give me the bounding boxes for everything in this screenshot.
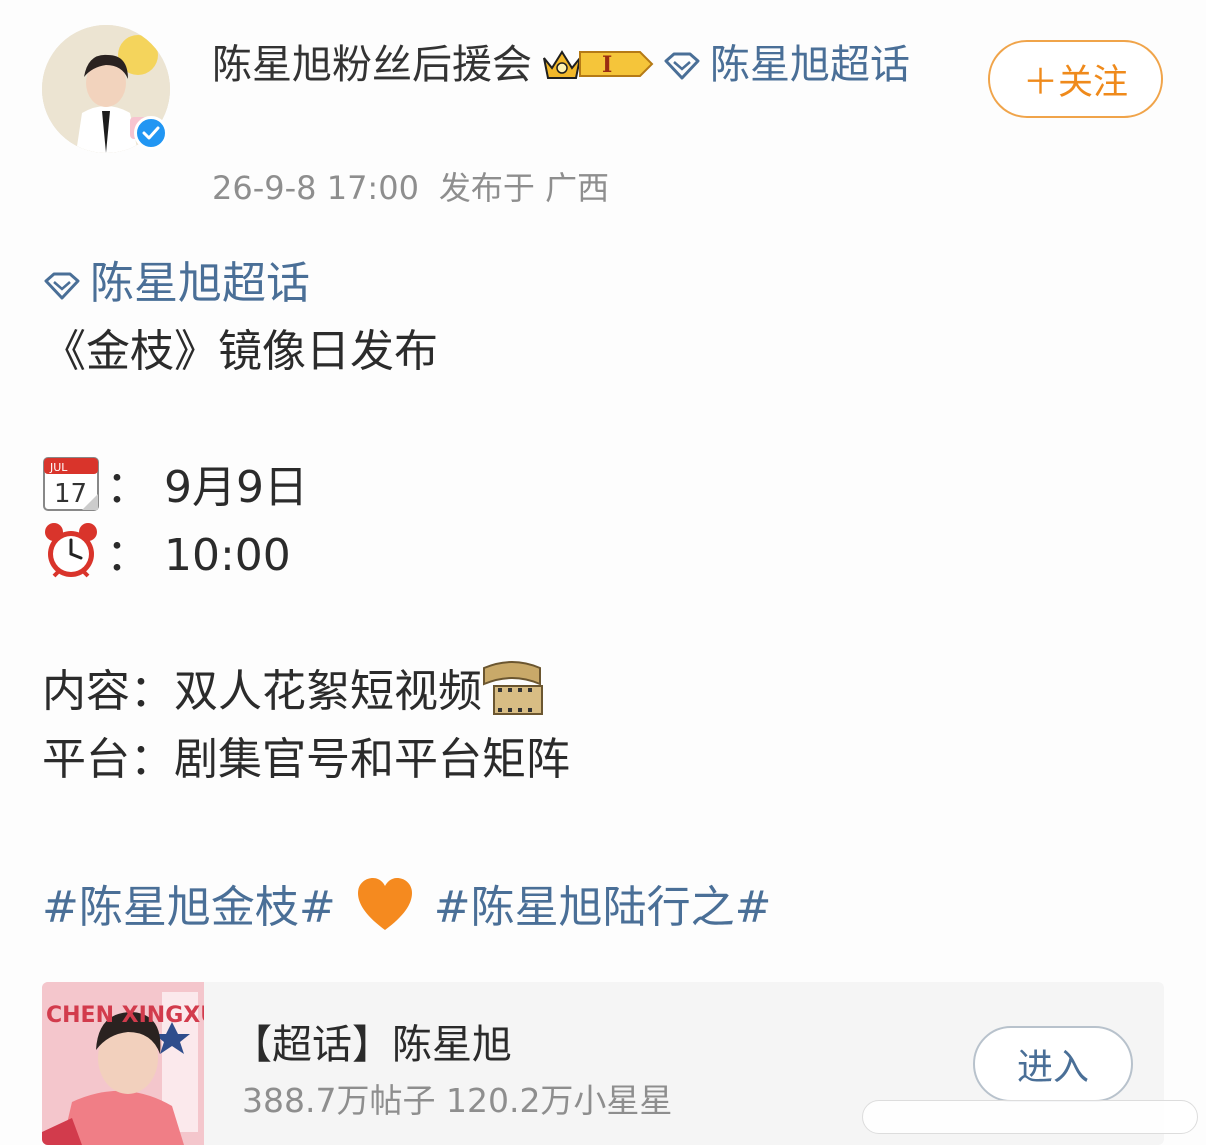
- time-line: ： 10:00: [42, 522, 1172, 590]
- content-line: 内容：双人花絮短视频: [42, 658, 1172, 726]
- date-value: ： 9月9日: [106, 462, 308, 513]
- author-topic-text: 陈星旭超话: [710, 42, 910, 88]
- thumb-text: CHEN XINGXU: [46, 1003, 204, 1028]
- author-name[interactable]: 陈星旭粉丝后援会: [212, 42, 532, 88]
- platform-value: 剧集官号和平台矩阵: [174, 734, 570, 785]
- enter-button[interactable]: 进入: [973, 1026, 1133, 1102]
- content-label: 内容：: [42, 666, 174, 717]
- svg-text:JUL: JUL: [49, 461, 68, 474]
- fan-level-badge-icon: I: [540, 40, 658, 102]
- hashtag-luxingzhi[interactable]: #陈星旭陆行之#: [434, 882, 772, 933]
- content-value: 双人花絮短视频: [174, 666, 482, 717]
- supertopic-stats: 388.7万帖子 120.2万小星星: [242, 1081, 673, 1120]
- svg-text:17: 17: [54, 479, 87, 509]
- supertopic-diamond-icon: [44, 272, 80, 300]
- calendar-icon: JUL 17: [42, 454, 100, 532]
- alarm-clock-icon: [42, 522, 100, 600]
- film-strip-icon: [482, 658, 544, 736]
- hashtag-jinzhi[interactable]: #陈星旭金枝#: [42, 882, 336, 933]
- platform-line: 平台：剧集官号和平台矩阵: [42, 726, 1172, 794]
- date-line: JUL 17 ： 9月9日: [42, 454, 1172, 522]
- supertopic-thumbnail: CHEN XINGXU: [42, 982, 204, 1145]
- content-topic-text: 陈星旭超话: [90, 258, 310, 309]
- post-location: 发布于 广西: [438, 169, 610, 207]
- watermark-strip: [862, 1100, 1198, 1134]
- post-title: 《金枝》镜像日发布: [42, 326, 438, 377]
- badge-level-text: I: [602, 52, 612, 78]
- verified-badge-icon: [134, 116, 168, 150]
- post-content: 陈星旭超话 《金枝》镜像日发布 JUL 17 ： 9月9日 ： 10:00 内容…: [42, 250, 1172, 942]
- author-topic-link[interactable]: 陈星旭超话: [662, 42, 910, 88]
- hashtag-line: #陈星旭金枝# #陈星旭陆行之#: [42, 874, 1172, 942]
- follow-button[interactable]: ＋关注: [988, 40, 1163, 118]
- content-topic-link[interactable]: 陈星旭超话: [42, 250, 1172, 318]
- time-value: ： 10:00: [106, 530, 291, 581]
- platform-label: 平台：: [42, 734, 174, 785]
- orange-heart-icon: [356, 876, 414, 952]
- author-line: 陈星旭粉丝后援会 I 陈星旭超话: [212, 34, 942, 102]
- post-meta: 26-9-8 17:00 发布于 广西: [212, 163, 609, 209]
- supertopic-title: 【超话】陈星旭: [232, 1022, 512, 1068]
- post-timestamp: 26-9-8 17:00: [212, 169, 419, 207]
